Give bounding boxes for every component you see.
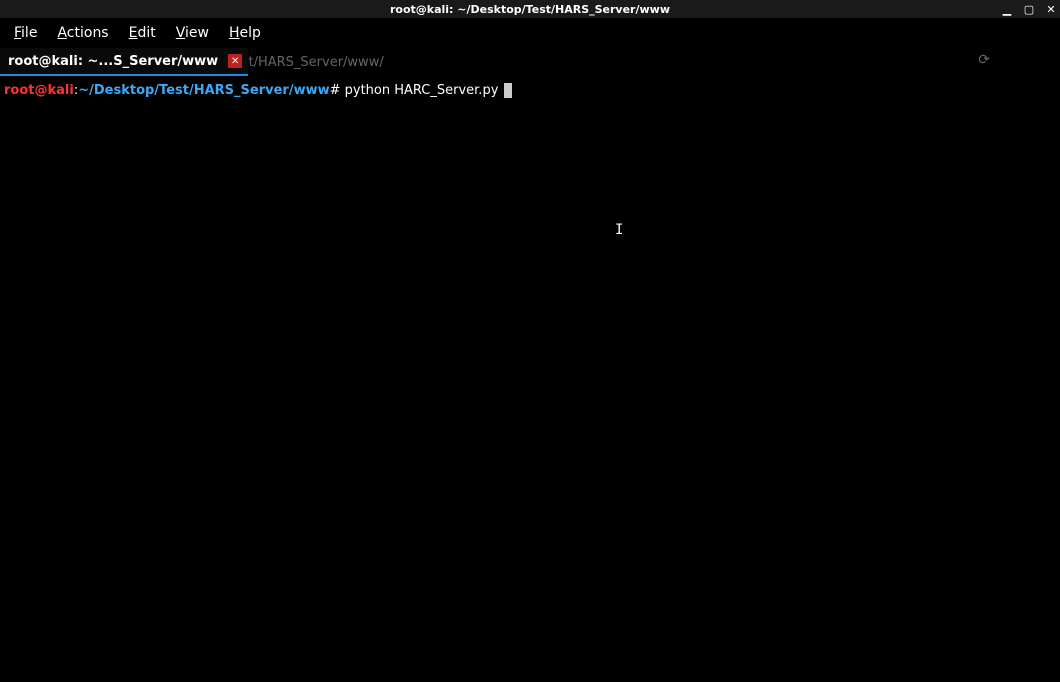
menu-bar: File Actions Edit View Help (0, 18, 1060, 48)
terminal-tab[interactable]: root@kali: ~...S_Server/www ✕ (0, 48, 248, 76)
menu-view[interactable]: View (166, 21, 219, 45)
menu-actions[interactable]: Actions (47, 21, 118, 45)
prompt-user-host: root@kali (4, 83, 74, 98)
window-titlebar: root@kali: ~/Desktop/Test/HARS_Server/ww… (0, 0, 1060, 18)
tab-close-icon[interactable]: ✕ (228, 54, 242, 68)
prompt-command: python HARC_Server.py (341, 83, 503, 98)
minimize-button[interactable]: ▁ (1000, 2, 1014, 16)
text-cursor (504, 83, 512, 98)
close-button[interactable]: ✕ (1044, 2, 1058, 16)
prompt-cwd: ~/Desktop/Test/HARS_Server/www (78, 83, 329, 98)
window-controls: ▁ ▢ ✕ (1000, 2, 1058, 16)
menu-help[interactable]: Help (219, 21, 271, 45)
maximize-button[interactable]: ▢ (1022, 2, 1036, 16)
prompt-symbol: # (330, 83, 341, 98)
menu-file[interactable]: File (4, 21, 47, 45)
window-title: root@kali: ~/Desktop/Test/HARS_Server/ww… (390, 3, 670, 16)
tab-label: root@kali: ~...S_Server/www (8, 54, 218, 69)
menu-edit[interactable]: Edit (119, 21, 166, 45)
terminal-viewport[interactable]: root@kali:~/Desktop/Test/HARS_Server/www… (0, 76, 1060, 682)
tab-bar: root@kali: ~...S_Server/www ✕ (0, 48, 1060, 76)
mouse-text-cursor: I (615, 222, 623, 238)
